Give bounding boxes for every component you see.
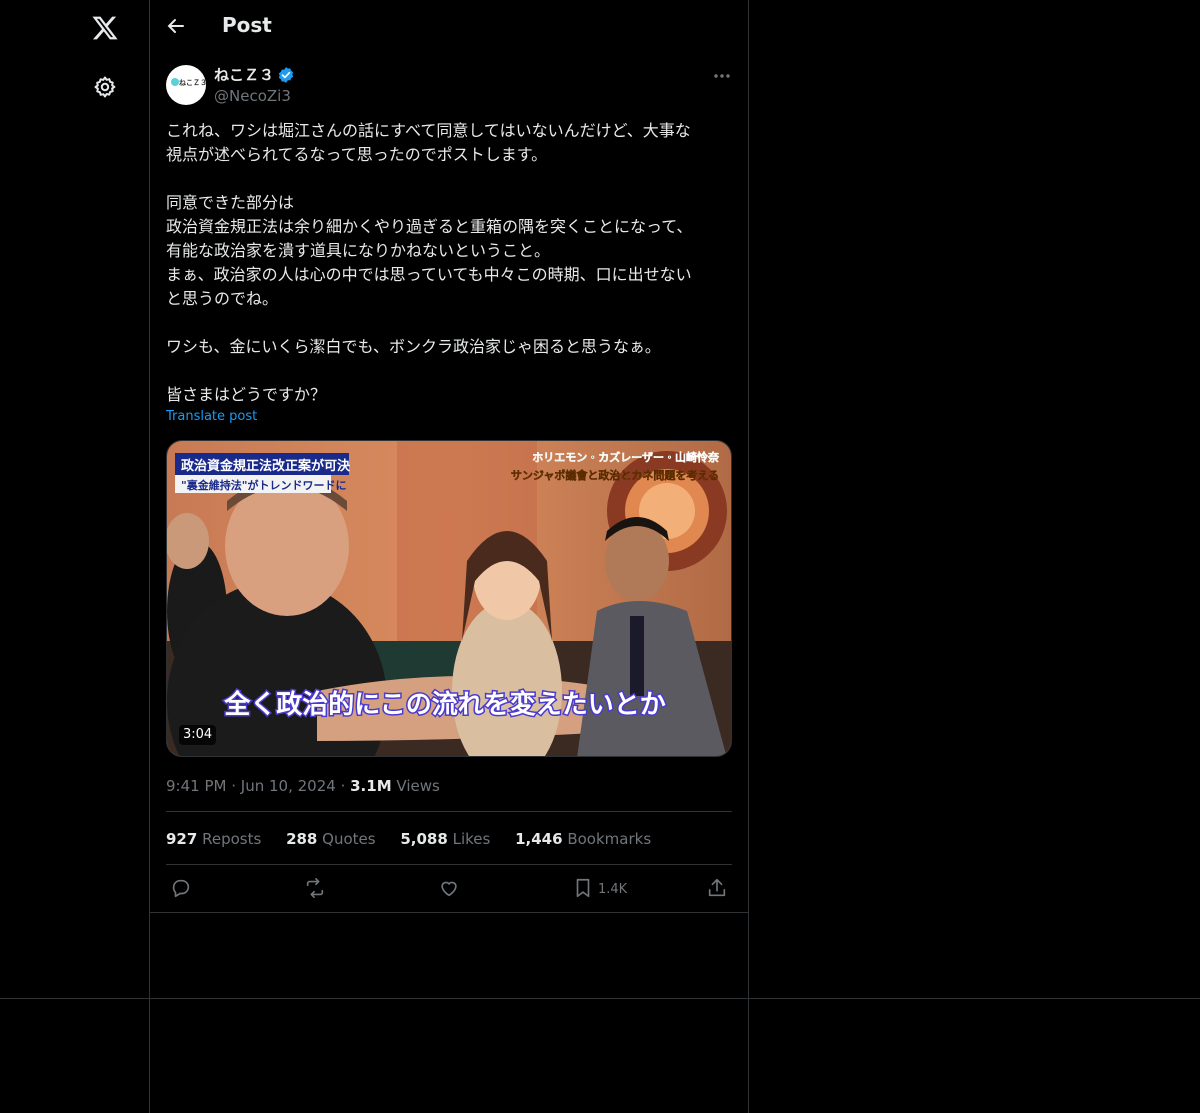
stat-likes[interactable]: 5,088 Likes — [400, 829, 490, 849]
caption-top-left-1: 政治資金規正法改正案が可決 — [181, 458, 351, 474]
stat-quotes[interactable]: 288 Quotes — [286, 829, 376, 849]
caption-top-right-1: ホリエモン・カズレーザー・山崎怜奈 — [532, 450, 720, 464]
video-duration: 3:04 — [179, 725, 217, 745]
stat-label: Quotes — [322, 830, 376, 848]
divider — [166, 864, 732, 865]
author-handle[interactable]: @NecoZi3 — [214, 86, 291, 106]
translate-post-link[interactable]: Translate post — [166, 409, 257, 424]
bookmark-count: 1.4K — [598, 882, 628, 897]
post-date[interactable]: Jun 10, 2024 — [241, 777, 336, 795]
video-subtitle: 全く政治的にこの流れを変えたいとか — [223, 689, 665, 720]
post-stats: 927 Reposts 288 Quotes 5,088 Likes 1,446… — [166, 829, 671, 849]
caption-top-right-2: サンジャポ議會と政治とカネ問題を考える — [511, 468, 719, 482]
stat-count: 288 — [286, 830, 318, 848]
divider — [166, 811, 732, 812]
repost-icon[interactable] — [304, 877, 326, 899]
views-label: Views — [396, 777, 440, 795]
post-meta: 9:41 PM · Jun 10, 2024 · 3.1M Views — [166, 776, 440, 796]
stat-reposts[interactable]: 927 Reposts — [166, 829, 261, 849]
more-options-icon[interactable] — [710, 64, 734, 88]
avatar[interactable]: ねこＺ３ — [166, 65, 206, 105]
gear-icon[interactable] — [93, 75, 117, 99]
verified-badge-icon[interactable] — [277, 66, 295, 84]
bookmark-icon[interactable] — [572, 877, 594, 899]
share-icon[interactable] — [706, 877, 728, 899]
arrow-left-icon[interactable] — [164, 14, 188, 38]
stat-bookmarks[interactable]: 1,446 Bookmarks — [515, 829, 651, 849]
video-player[interactable]: 政治資金規正法改正案が可決 "裏金維持法"がトレンドワードに ホリエモン・カズレ… — [166, 440, 732, 757]
column-border-left — [149, 0, 150, 1113]
meta-separator-dot: · — [340, 777, 351, 795]
stat-count: 927 — [166, 830, 198, 848]
author-display-name[interactable]: ねこＺ３ — [214, 65, 274, 85]
stat-count: 5,088 — [400, 830, 448, 848]
heart-icon[interactable] — [438, 877, 460, 899]
stat-count: 1,446 — [515, 830, 563, 848]
page-header: Post — [150, 0, 748, 53]
post-time[interactable]: 9:41 PM — [166, 777, 226, 795]
avatar-text: ねこＺ３ — [179, 79, 206, 87]
page-title: Post — [222, 13, 272, 37]
post-bottom-border — [150, 912, 748, 913]
stat-label: Bookmarks — [567, 830, 652, 848]
action-bar: 1.4K — [150, 874, 748, 904]
caption-top-left-2: "裏金維持法"がトレンドワードに — [181, 478, 346, 492]
horizontal-divider — [0, 998, 1200, 999]
reply-icon[interactable] — [170, 877, 192, 899]
column-border-right — [748, 0, 749, 1113]
x-logo-icon[interactable] — [91, 14, 119, 42]
left-nav — [0, 0, 149, 1113]
meta-separator-dot: · — [231, 777, 241, 795]
stat-label: Likes — [452, 830, 491, 848]
avatar-mark — [171, 78, 179, 86]
video-thumbnail: 政治資金規正法改正案が可決 "裏金維持法"がトレンドワードに ホリエモン・カズレ… — [167, 441, 731, 756]
stat-label: Reposts — [202, 830, 262, 848]
views-count: 3.1M — [350, 777, 392, 795]
post-text: これね、ワシは堀江さんの話にすべて同意してはいないんだけど、大事な 視点が述べら… — [166, 121, 693, 404]
